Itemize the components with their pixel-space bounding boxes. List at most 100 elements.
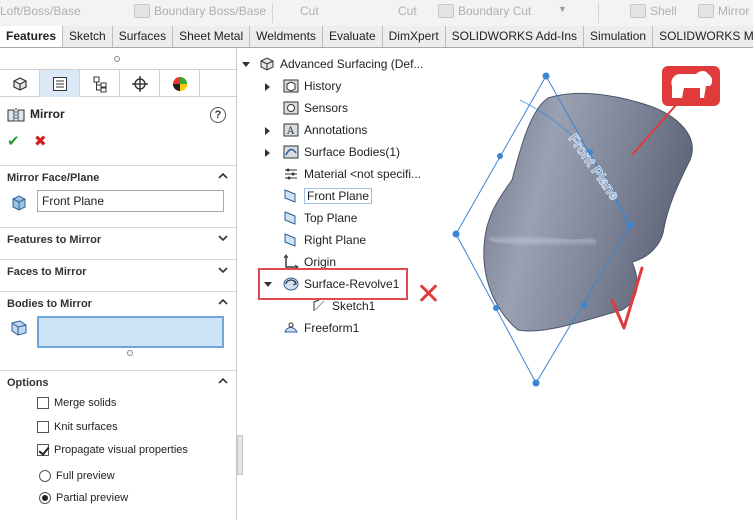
mirror-icon: [698, 4, 714, 18]
annotations-icon: A: [283, 123, 299, 137]
partial-preview-option[interactable]: Partial preview: [39, 490, 128, 506]
ribbon-separator: [598, 3, 599, 23]
faces-to-mirror-header[interactable]: Faces to Mirror: [0, 259, 236, 283]
boundary-boss-icon: [134, 4, 150, 18]
plane-icon: [284, 189, 296, 203]
tab-evaluate[interactable]: Evaluate: [322, 26, 383, 47]
tab-features[interactable]: Features: [0, 26, 64, 47]
ribbon-cut-2[interactable]: Cut: [398, 4, 417, 18]
full-preview-radio[interactable]: [39, 470, 51, 482]
sensors-icon: [283, 101, 299, 115]
tree-item-top-plane[interactable]: Top Plane: [282, 208, 357, 228]
dimxpert-manager-tab[interactable]: [120, 70, 160, 97]
partial-preview-radio[interactable]: [39, 492, 51, 504]
ok-button[interactable]: ✔: [7, 132, 20, 150]
cancel-button[interactable]: ✖: [34, 132, 47, 150]
history-icon: [283, 79, 299, 93]
face-plane-icon: [12, 195, 26, 211]
knit-surfaces-checkbox[interactable]: [37, 421, 49, 433]
chevron-up-icon: [218, 377, 228, 384]
knit-surfaces-option[interactable]: Knit surfaces: [37, 419, 118, 435]
highlight-box: [258, 268, 408, 300]
plane-handle[interactable]: [542, 72, 550, 80]
merge-solids-checkbox[interactable]: [37, 397, 49, 409]
tab-dimxpert[interactable]: DimXpert: [382, 26, 446, 47]
ribbon-toolbar: Loft/Boss/Base Boundary Boss/Base Cut Cu…: [0, 0, 753, 26]
tab-sheet-metal[interactable]: Sheet Metal: [173, 26, 251, 47]
panel-resize-dot[interactable]: [114, 56, 120, 62]
options-section-header[interactable]: Options: [0, 370, 236, 394]
collapse-caret-icon[interactable]: [242, 62, 250, 67]
freeform-icon: [284, 322, 298, 333]
tab-surfaces[interactable]: Surfaces: [112, 26, 174, 47]
features-to-mirror-header[interactable]: Features to Mirror: [0, 227, 236, 251]
tree-root[interactable]: Advanced Surfacing (Def...: [258, 54, 423, 74]
command-manager-tabs: Features Sketch Surfaces Sheet Metal Wel…: [0, 26, 753, 48]
full-preview-option[interactable]: Full preview: [39, 468, 115, 484]
configuration-icon: [93, 76, 106, 92]
tab-simulation[interactable]: Simulation: [584, 26, 654, 47]
plane-handle[interactable]: [626, 221, 634, 229]
plane-handle[interactable]: [497, 153, 503, 159]
bodies-selection-box[interactable]: [37, 316, 224, 348]
tab-addins[interactable]: SOLIDWORKS Add-Ins: [445, 26, 585, 47]
chevron-down-icon: [218, 267, 228, 274]
expand-caret-icon[interactable]: [265, 149, 270, 157]
page-title: Mirror: [30, 107, 65, 121]
ribbon-mirror[interactable]: Mirror: [698, 4, 749, 18]
expand-caret-icon[interactable]: [265, 83, 270, 91]
tree-item-annotations[interactable]: A Annotations: [282, 120, 367, 140]
mirror-feature-icon: [7, 108, 25, 122]
tree-item-surface-bodies[interactable]: Surface Bodies(1): [282, 142, 400, 162]
solid-body-icon: [11, 320, 27, 336]
plane-handle[interactable]: [532, 379, 540, 387]
help-icon[interactable]: ?: [210, 107, 226, 123]
selection-resize-dot[interactable]: [127, 350, 133, 356]
ribbon-boundary-cut[interactable]: Boundary Cut: [438, 4, 531, 18]
tree-item-freeform1[interactable]: Freeform1: [282, 318, 359, 338]
wrong-mark-icon: ✕: [416, 277, 441, 312]
property-list-icon: [52, 76, 67, 91]
feature-manager-tab[interactable]: [0, 70, 40, 97]
plane-handle[interactable]: [581, 302, 587, 308]
tree-item-history[interactable]: History: [282, 76, 341, 96]
plane-icon: [284, 211, 296, 225]
expand-caret-icon[interactable]: [265, 127, 270, 135]
sketch-icon: [313, 299, 325, 311]
mirror-face-field[interactable]: Front Plane: [37, 190, 224, 212]
surface-bodies-icon: [283, 145, 299, 159]
ribbon-cut[interactable]: Cut: [300, 4, 319, 18]
ribbon-loft-boss[interactable]: Loft/Boss/Base: [0, 4, 81, 18]
tab-sketch[interactable]: Sketch: [63, 26, 113, 47]
configuration-manager-tab[interactable]: [80, 70, 120, 97]
crosshair-icon: [131, 75, 148, 92]
ribbon-boundary-boss[interactable]: Boundary Boss/Base: [134, 4, 266, 18]
manager-tabs: [0, 69, 236, 97]
tree-item-material[interactable]: Material <not specifi...: [282, 164, 421, 184]
ribbon-dropdown[interactable]: ▼: [558, 4, 567, 14]
mirror-face-section-header[interactable]: Mirror Face/Plane: [0, 165, 236, 189]
tab-mbd[interactable]: SOLIDWORKS MBD: [653, 26, 753, 47]
bodies-to-mirror-header[interactable]: Bodies to Mirror: [0, 291, 236, 315]
ribbon-shell[interactable]: Shell: [630, 4, 677, 18]
tree-item-sensors[interactable]: Sensors: [282, 98, 348, 118]
property-manager-tab[interactable]: [40, 70, 80, 97]
property-manager-panel: Mirror ? ✔ ✖ Mirror Face/Plane Front Pla…: [0, 48, 237, 520]
merge-solids-option[interactable]: Merge solids: [37, 395, 116, 411]
property-manager-header: Mirror ?: [0, 103, 236, 127]
chevron-down-icon: [218, 235, 228, 242]
display-manager-tab[interactable]: [160, 70, 200, 97]
tree-item-right-plane[interactable]: Right Plane: [282, 230, 366, 250]
propagate-visual-checkbox[interactable]: [37, 444, 49, 456]
material-icon: [285, 168, 297, 180]
plane-handle[interactable]: [493, 305, 499, 311]
tab-weldments[interactable]: Weldments: [250, 26, 323, 47]
propagate-visual-option[interactable]: Propagate visual properties: [37, 442, 188, 458]
plane-icon: [284, 233, 296, 247]
plane-handle[interactable]: [452, 230, 460, 238]
ribbon-separator: [272, 3, 273, 23]
shell-icon: [630, 4, 646, 18]
chevron-up-icon: [218, 298, 228, 305]
tree-item-front-plane[interactable]: Front Plane: [282, 186, 373, 206]
appearance-sphere-icon: [172, 76, 187, 91]
